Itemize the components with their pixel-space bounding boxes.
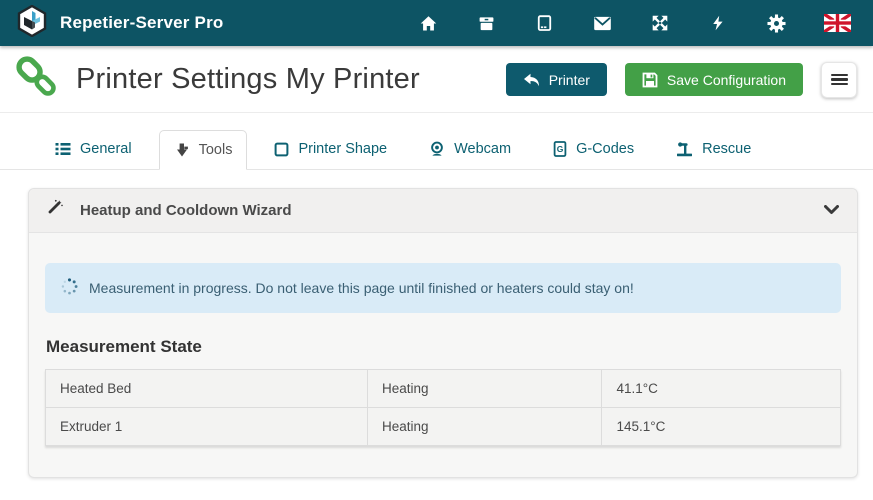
- quick-commands-icon[interactable]: [708, 14, 728, 32]
- panel-header[interactable]: Heatup and Cooldown Wizard: [29, 189, 857, 233]
- heater-name-cell: Heated Bed: [46, 370, 368, 408]
- printer-queue-icon[interactable]: [476, 14, 496, 32]
- tab-webcam[interactable]: Webcam: [414, 129, 526, 169]
- measurement-state-heading: Measurement State: [46, 337, 841, 357]
- save-configuration-button-label: Save Configuration: [667, 72, 786, 88]
- heatup-cooldown-panel: Heatup and Cooldown Wizard Me: [28, 188, 858, 478]
- table-row: Heated Bed Heating 41.1°C: [46, 370, 841, 408]
- language-flag-uk-icon[interactable]: [824, 14, 851, 32]
- header-actions: Printer Save Configuration: [506, 62, 857, 98]
- tab-printer-shape[interactable]: Printer Shape: [259, 129, 402, 169]
- messages-icon[interactable]: [592, 14, 612, 32]
- save-configuration-button[interactable]: Save Configuration: [625, 63, 803, 96]
- tab-rescue[interactable]: Rescue: [661, 129, 766, 169]
- page-title: Printer Settings My Printer: [76, 63, 420, 96]
- heater-temp-cell: 145.1°C: [602, 408, 841, 446]
- app-logo-icon[interactable]: [16, 5, 48, 42]
- magic-wand-icon: [45, 199, 63, 222]
- panel-body: Measurement in progress. Do not leave th…: [29, 233, 857, 446]
- tab-tools[interactable]: Tools: [159, 130, 248, 170]
- chevron-down-icon[interactable]: [824, 202, 839, 220]
- tab-webcam-label: Webcam: [454, 141, 511, 157]
- hamburger-icon: [831, 74, 848, 86]
- navbar-menu: [418, 14, 857, 32]
- global-settings-gear-icon[interactable]: [766, 14, 786, 32]
- knowledge-base-icon[interactable]: [534, 14, 554, 32]
- measurement-state-table: Heated Bed Heating 41.1°C Extruder 1 Hea…: [45, 369, 841, 446]
- panel-title: Heatup and Cooldown Wizard: [80, 202, 292, 219]
- tab-general[interactable]: General: [40, 129, 147, 169]
- fullscreen-icon[interactable]: [650, 14, 670, 32]
- menu-button[interactable]: [821, 62, 857, 98]
- tab-tools-label: Tools: [199, 142, 233, 158]
- home-icon[interactable]: [418, 14, 438, 32]
- heater-temp-cell: 41.1°C: [602, 370, 841, 408]
- save-floppy-icon: [642, 72, 658, 88]
- tab-rescue-label: Rescue: [702, 141, 751, 157]
- chain-link-icon: [14, 54, 60, 105]
- tab-printer-shape-label: Printer Shape: [298, 141, 387, 157]
- svg-text:G: G: [557, 144, 564, 154]
- settings-tabs: General Tools Printer Shape Webcam G G-C…: [0, 113, 873, 170]
- page-header: Printer Settings My Printer Printer Save…: [0, 46, 873, 113]
- tab-gcodes[interactable]: G G-Codes: [538, 129, 649, 169]
- app-title: Repetier-Server Pro: [60, 13, 223, 33]
- tab-gcodes-label: G-Codes: [576, 141, 634, 157]
- heater-status-cell: Heating: [367, 370, 602, 408]
- heater-name-cell: Extruder 1: [46, 408, 368, 446]
- top-navbar: Repetier-Server Pro: [0, 0, 873, 46]
- printer-back-button-label: Printer: [549, 72, 590, 88]
- tab-general-label: General: [80, 141, 132, 157]
- heater-status-cell: Heating: [367, 408, 602, 446]
- spinner-icon: [61, 278, 78, 298]
- measurement-progress-alert: Measurement in progress. Do not leave th…: [45, 263, 841, 313]
- printer-back-button[interactable]: Printer: [506, 63, 607, 96]
- alert-message: Measurement in progress. Do not leave th…: [89, 280, 634, 296]
- table-row: Extruder 1 Heating 145.1°C: [46, 408, 841, 446]
- reply-arrow-icon: [523, 73, 540, 87]
